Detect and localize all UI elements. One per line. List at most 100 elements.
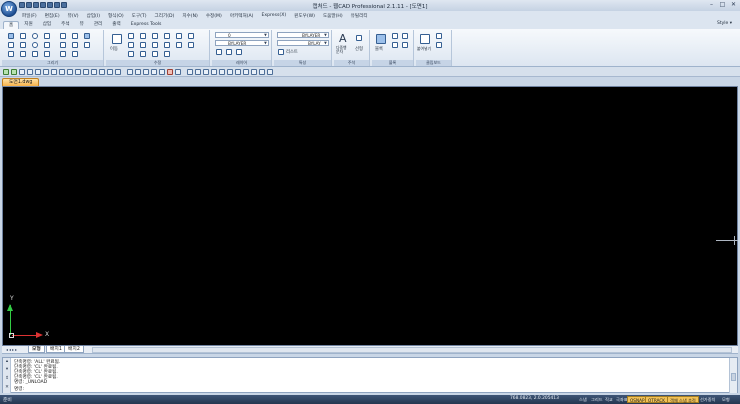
- revcloud-icon[interactable]: [44, 51, 50, 57]
- regen-icon[interactable]: [159, 69, 165, 75]
- extend-icon[interactable]: [164, 33, 170, 39]
- paste-icon[interactable]: [420, 34, 430, 44]
- lineweight-combo[interactable]: BYLAY ▼: [277, 40, 329, 46]
- menu-format[interactable]: 형식(O): [104, 13, 128, 19]
- status-ortho-button[interactable]: 직교: [603, 396, 615, 403]
- plot-style-icon[interactable]: [278, 49, 284, 55]
- tab-view[interactable]: 뷰: [75, 21, 89, 29]
- zoom-window-icon[interactable]: [127, 69, 133, 75]
- menu-modify[interactable]: 수정(M): [202, 13, 226, 19]
- tab-home[interactable]: 홈: [3, 21, 20, 29]
- resize-icon[interactable]: ⇕: [4, 376, 10, 382]
- tab-express-tools[interactable]: Express Tools: [126, 21, 167, 29]
- menu-window[interactable]: 윈도우(W): [290, 13, 319, 19]
- mirror-icon[interactable]: [128, 42, 134, 48]
- view-left-icon[interactable]: [203, 69, 209, 75]
- trim-icon[interactable]: [152, 33, 158, 39]
- status-model-button[interactable]: 모형: [720, 396, 732, 403]
- view-right-icon[interactable]: [211, 69, 217, 75]
- color-combo[interactable]: BYLAYER ▼: [215, 40, 269, 46]
- osnap-extension-icon[interactable]: [51, 69, 57, 75]
- scroll-up-icon[interactable]: ▴: [4, 359, 10, 365]
- osnap-midpoint-icon[interactable]: [11, 69, 17, 75]
- maximize-icon[interactable]: □: [718, 1, 727, 8]
- menu-view[interactable]: 뷰(V): [64, 13, 83, 19]
- tab-manage[interactable]: 관리: [89, 21, 107, 29]
- table-icon[interactable]: [84, 33, 90, 39]
- pan-icon[interactable]: [151, 69, 157, 75]
- tab-output[interactable]: 출력: [107, 21, 125, 29]
- status-object-snap-tracking-button[interactable]: 객체 스냅 추적: [667, 396, 699, 403]
- status-lineweight-button[interactable]: 선가중치: [698, 396, 717, 403]
- osnap-intersection-icon[interactable]: [43, 69, 49, 75]
- donut-icon[interactable]: [32, 51, 38, 57]
- layer-combo[interactable]: 0 ▼: [215, 32, 269, 38]
- stop-icon[interactable]: [167, 69, 173, 75]
- command-scrollbar[interactable]: [729, 358, 737, 393]
- copy-icon[interactable]: [128, 33, 134, 39]
- minimize-icon[interactable]: –: [707, 1, 716, 8]
- erase-icon[interactable]: [176, 33, 182, 39]
- layout-tab-model[interactable]: 모형: [28, 346, 45, 353]
- menu-tools[interactable]: 도구(T): [128, 13, 151, 19]
- polyline-icon[interactable]: [20, 33, 26, 39]
- offset-icon[interactable]: [176, 42, 182, 48]
- scale-icon[interactable]: [140, 42, 146, 48]
- zoom-extents-icon[interactable]: [135, 69, 141, 75]
- rotate-icon[interactable]: [140, 33, 146, 39]
- app-menu-button[interactable]: W: [1, 1, 17, 17]
- circle-icon[interactable]: [32, 33, 38, 39]
- point-icon[interactable]: [84, 42, 90, 48]
- command-scrollbar-thumb[interactable]: [731, 373, 736, 381]
- line-icon[interactable]: [8, 33, 14, 39]
- menu-insert[interactable]: 삽입(I): [83, 13, 104, 19]
- tab-annotate[interactable]: 주석: [56, 21, 74, 29]
- spline-icon[interactable]: [44, 42, 50, 48]
- region-icon[interactable]: [72, 33, 78, 39]
- tab-insert[interactable]: 삽입: [38, 21, 56, 29]
- menu-architecture[interactable]: 아키텍처(A): [226, 13, 258, 19]
- array-icon[interactable]: [188, 42, 194, 48]
- divide-icon[interactable]: [72, 51, 78, 57]
- document-tab[interactable]: 도면1.dwg: [2, 78, 40, 86]
- join-icon[interactable]: [164, 51, 170, 57]
- fillet-icon[interactable]: [152, 42, 158, 48]
- orbit-icon[interactable]: [243, 69, 249, 75]
- rectangle-icon[interactable]: [8, 42, 14, 48]
- zoom-previous-icon[interactable]: [143, 69, 149, 75]
- status-otrack-button[interactable]: OTRACK: [645, 396, 669, 403]
- menu-file[interactable]: 파일(F): [18, 13, 41, 19]
- menu-utility[interactable]: 유틸리티: [347, 13, 372, 19]
- view-iso-icon[interactable]: [219, 69, 225, 75]
- gradient-icon[interactable]: [60, 42, 66, 48]
- break-icon[interactable]: [152, 51, 158, 57]
- shade-icon[interactable]: [251, 69, 257, 75]
- osnap-node-icon[interactable]: [27, 69, 33, 75]
- layer-isolate-icon[interactable]: [236, 49, 242, 55]
- chamfer-icon[interactable]: [164, 42, 170, 48]
- menu-edit[interactable]: 편집(E): [41, 13, 64, 19]
- plot-style-label[interactable]: 리스트: [286, 49, 298, 55]
- osnap-nearest-icon[interactable]: [83, 69, 89, 75]
- osnap-insertion-icon[interactable]: [59, 69, 65, 75]
- tab-support[interactable]: 지원: [19, 21, 37, 29]
- command-window-handle[interactable]: ▴ ▾ ⇕ ✕: [3, 358, 11, 393]
- lengthen-icon[interactable]: [140, 51, 146, 57]
- edit-block-icon[interactable]: [402, 33, 408, 39]
- xline-icon[interactable]: [8, 51, 14, 57]
- move-icon[interactable]: [112, 34, 122, 44]
- view-top-icon[interactable]: [187, 69, 193, 75]
- coordinate-readout[interactable]: 768.0823, 2.0.205413: [510, 396, 559, 401]
- command-prompt[interactable]: 명령:: [14, 386, 24, 392]
- osnap-endpoint-icon[interactable]: [3, 69, 9, 75]
- view-front-icon[interactable]: [195, 69, 201, 75]
- menu-dimension[interactable]: 치수(N): [178, 13, 201, 19]
- cut-icon[interactable]: [436, 33, 442, 39]
- menu-draw[interactable]: 그리기(D): [151, 13, 179, 19]
- layer-properties-icon[interactable]: [216, 49, 222, 55]
- insert-block-icon[interactable]: [376, 34, 386, 44]
- measure-icon[interactable]: [175, 69, 181, 75]
- create-block-icon[interactable]: [392, 33, 398, 39]
- explode-icon[interactable]: [188, 33, 194, 39]
- named-views-icon[interactable]: [267, 69, 273, 75]
